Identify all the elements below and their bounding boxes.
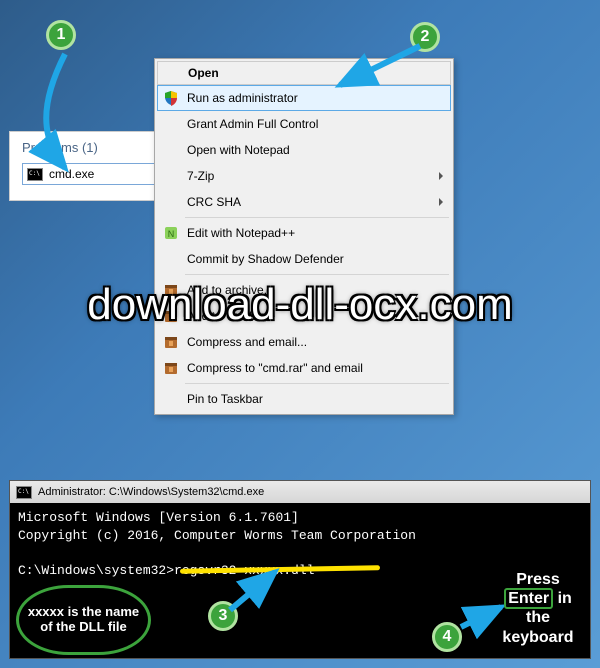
context-menu-item-label: Compress to "cmd.rar" and email: [187, 361, 445, 375]
arrow-3: [225, 567, 295, 617]
arrow-1: [45, 48, 115, 178]
context-menu-item[interactable]: Grant Admin Full Control: [157, 111, 451, 137]
cmd-prompt: C:\Windows\system32>: [18, 563, 174, 578]
context-menu-item[interactable]: N Edit with Notepad++: [157, 220, 451, 246]
context-menu-item-label: Pin to Taskbar: [187, 392, 445, 406]
cmd-title-bar: Administrator: C:\Windows\System32\cmd.e…: [10, 481, 590, 503]
in-label: in: [558, 590, 572, 607]
context-menu-item-label: 7-Zip: [187, 169, 445, 183]
blank-icon: [163, 194, 179, 210]
chevron-right-icon: [439, 172, 443, 180]
archive-icon: [163, 334, 179, 350]
context-menu-item-label: CRC SHA: [187, 195, 445, 209]
enter-label: Enter: [504, 588, 553, 609]
arrow-2: [330, 40, 440, 100]
context-menu-item-label: Open with Notepad: [187, 143, 445, 157]
context-menu-item-label: Grant Admin Full Control: [187, 117, 445, 131]
context-menu-item-label: Compress and email...: [187, 335, 445, 349]
cmd-line-version: Microsoft Windows [Version 6.1.7601]: [18, 509, 582, 527]
press-label: Press: [516, 571, 560, 588]
blank-icon: [163, 142, 179, 158]
cmd-line-copyright: Copyright (c) 2016, Computer Worms Team …: [18, 527, 582, 545]
the-keyboard-label: thekeyboard: [502, 609, 573, 645]
watermark-text: download-dll-ocx.com: [0, 280, 600, 330]
context-menu-separator: [185, 217, 449, 218]
context-menu-item-label: Edit with Notepad++: [187, 226, 445, 240]
context-menu-item[interactable]: Compress and email...: [157, 329, 451, 355]
cmd-icon: [27, 168, 43, 181]
blank-icon: [163, 116, 179, 132]
press-enter-annotation: Press Enter in thekeyboard: [490, 570, 586, 647]
shield-icon: [163, 90, 179, 106]
context-menu-item[interactable]: 7-Zip: [157, 163, 451, 189]
cmd-icon: [16, 486, 32, 499]
dll-name-annotation: xxxxx is the name of the DLL file: [16, 585, 151, 655]
context-menu-item[interactable]: Pin to Taskbar: [157, 386, 451, 412]
svg-text:N: N: [168, 229, 175, 239]
blank-icon: [163, 251, 179, 267]
notepadpp-icon: N: [163, 225, 179, 241]
context-menu-item[interactable]: Open with Notepad: [157, 137, 451, 163]
cmd-window-title: Administrator: C:\Windows\System32\cmd.e…: [38, 486, 264, 498]
context-menu-separator: [185, 274, 449, 275]
context-menu-item[interactable]: CRC SHA: [157, 189, 451, 215]
context-menu-item[interactable]: Compress to "cmd.rar" and email: [157, 355, 451, 381]
blank-icon: [163, 391, 179, 407]
context-menu-item[interactable]: Commit by Shadow Defender: [157, 246, 451, 272]
archive-icon: [163, 360, 179, 376]
context-menu-item-label: Commit by Shadow Defender: [187, 252, 445, 266]
chevron-right-icon: [439, 198, 443, 206]
step-badge-1: 1: [46, 20, 76, 50]
blank-icon: [163, 168, 179, 184]
context-menu-separator: [185, 383, 449, 384]
context-menu: Open Run as administratorGrant Admin Ful…: [154, 58, 454, 415]
